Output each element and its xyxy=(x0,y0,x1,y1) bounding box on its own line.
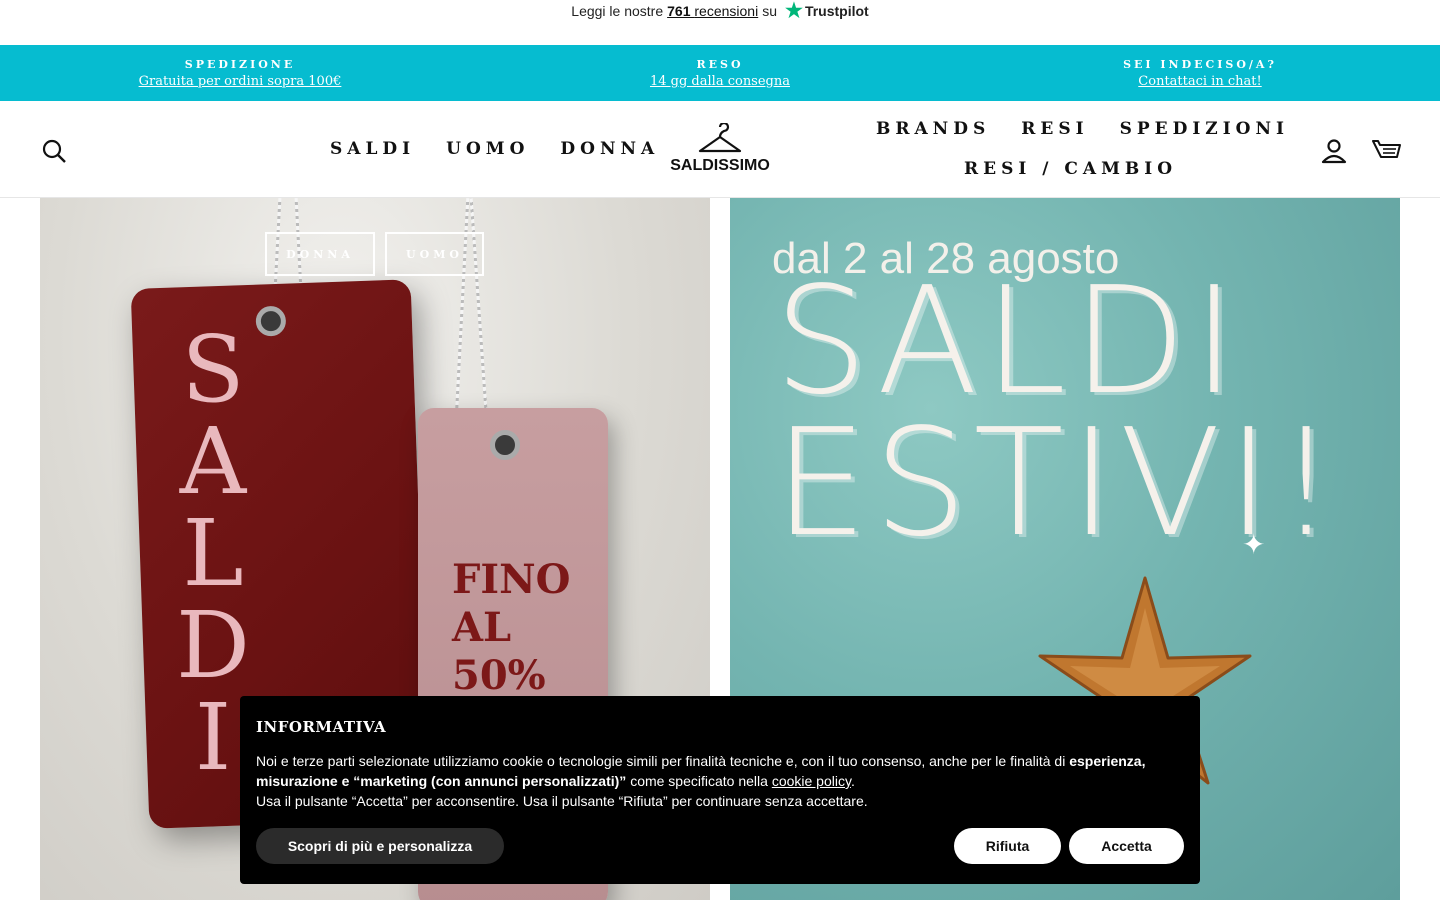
trustpilot-bar: Leggi le nostre 761 recensioni su ★ Trus… xyxy=(0,0,1440,45)
nav-brands[interactable]: BRANDS xyxy=(876,119,990,139)
cookie-text-part: Noi e terze parti selezionate utilizziam… xyxy=(256,753,1066,769)
cookie-policy-link[interactable]: cookie policy xyxy=(772,773,851,789)
cookie-text-part: Usa il pulsante “Accetta” per acconsenti… xyxy=(256,793,868,809)
review-count: 761 xyxy=(667,3,691,19)
nav-spedizioni[interactable]: SPEDIZIONI xyxy=(1120,119,1289,139)
letter: D xyxy=(176,592,250,699)
search-icon[interactable] xyxy=(40,137,68,165)
nav-resi[interactable]: RESI xyxy=(1021,119,1088,139)
announcement-link[interactable]: Gratuita per ordini sopra 100€ xyxy=(139,74,342,89)
reject-button[interactable]: Rifiuta xyxy=(954,828,1061,864)
main-nav-right: BRANDS RESI SPEDIZIONI xyxy=(876,119,1289,139)
trustpilot-reviews-link[interactable]: 761 recensioni xyxy=(667,3,758,19)
trustpilot-logo[interactable]: ★ Trustpilot xyxy=(785,0,869,22)
announcement-link[interactable]: 14 gg dalla consegna xyxy=(650,74,790,89)
hanger-icon xyxy=(698,123,742,153)
cart-icon[interactable] xyxy=(1372,137,1402,165)
accept-button[interactable]: Accetta xyxy=(1069,828,1184,864)
announcement-title: RESO xyxy=(696,57,744,71)
nav-uomo[interactable]: UOMO xyxy=(446,139,529,159)
account-icon[interactable] xyxy=(1320,137,1348,165)
letter: S xyxy=(181,316,245,423)
main-nav-left: SALDI UOMO DONNA xyxy=(330,139,659,159)
uomo-button[interactable]: UOMO xyxy=(385,232,484,276)
announcement-bar: SPEDIZIONE Gratuita per ordini sopra 100… xyxy=(0,45,1440,101)
reviews-label: recensioni xyxy=(694,3,759,19)
cookie-text-part: come specificato nella xyxy=(630,773,768,789)
trustpilot-suffix: su xyxy=(762,3,777,19)
cookie-banner: INFORMATIVA Noi e terze parti selezionat… xyxy=(240,696,1200,884)
announcement-shipping: SPEDIZIONE Gratuita per ordini sopra 100… xyxy=(0,45,480,101)
announcement-title: SPEDIZIONE xyxy=(184,57,296,71)
donna-button[interactable]: DONNA xyxy=(265,232,375,276)
announcement-chat: SEI INDECISO/A? Contattaci in chat! xyxy=(960,45,1440,101)
nav-saldi[interactable]: SALDI xyxy=(330,139,415,159)
logo-text: SALDISSIMO xyxy=(670,157,770,174)
cookie-title: INFORMATIVA xyxy=(256,718,387,736)
nav-donna[interactable]: DONNA xyxy=(560,139,659,159)
discount-line: FINO xyxy=(452,556,571,603)
trustpilot-prefix: Leggi le nostre xyxy=(571,3,664,19)
letter: L xyxy=(182,500,244,607)
nav-resi-cambio[interactable]: RESI / CAMBIO xyxy=(964,159,1177,179)
sale-headline: SALDI ESTIVI! xyxy=(774,255,1342,557)
tag-hole xyxy=(255,305,287,337)
letter: A xyxy=(179,408,247,515)
site-logo[interactable]: SALDISSIMO xyxy=(660,123,780,179)
cookie-text: Noi e terze parti selezionate utilizziam… xyxy=(256,753,1146,809)
discount-line: AL xyxy=(452,604,512,651)
customize-button[interactable]: Scopri di più e personalizza xyxy=(256,828,504,864)
sparkle-icon: ✦ xyxy=(1242,529,1266,560)
tag-hole xyxy=(490,430,520,460)
discount-line: 50% xyxy=(452,652,546,699)
site-header: SALDI UOMO DONNA SALDISSIMO BRANDS RESI … xyxy=(0,101,1440,198)
discount-text: FINO AL 50% xyxy=(452,556,571,700)
category-buttons: DONNA UOMO xyxy=(265,232,484,276)
headline-line-1: SALDI xyxy=(774,255,1243,427)
announcement-link[interactable]: Contattaci in chat! xyxy=(1138,74,1261,89)
trustpilot-star-icon: ★ xyxy=(785,0,803,22)
announcement-title: SEI INDECISO/A? xyxy=(1123,57,1277,71)
trustpilot-brand: Trustpilot xyxy=(804,3,869,19)
announcement-returns: RESO 14 gg dalla consegna xyxy=(480,45,960,101)
